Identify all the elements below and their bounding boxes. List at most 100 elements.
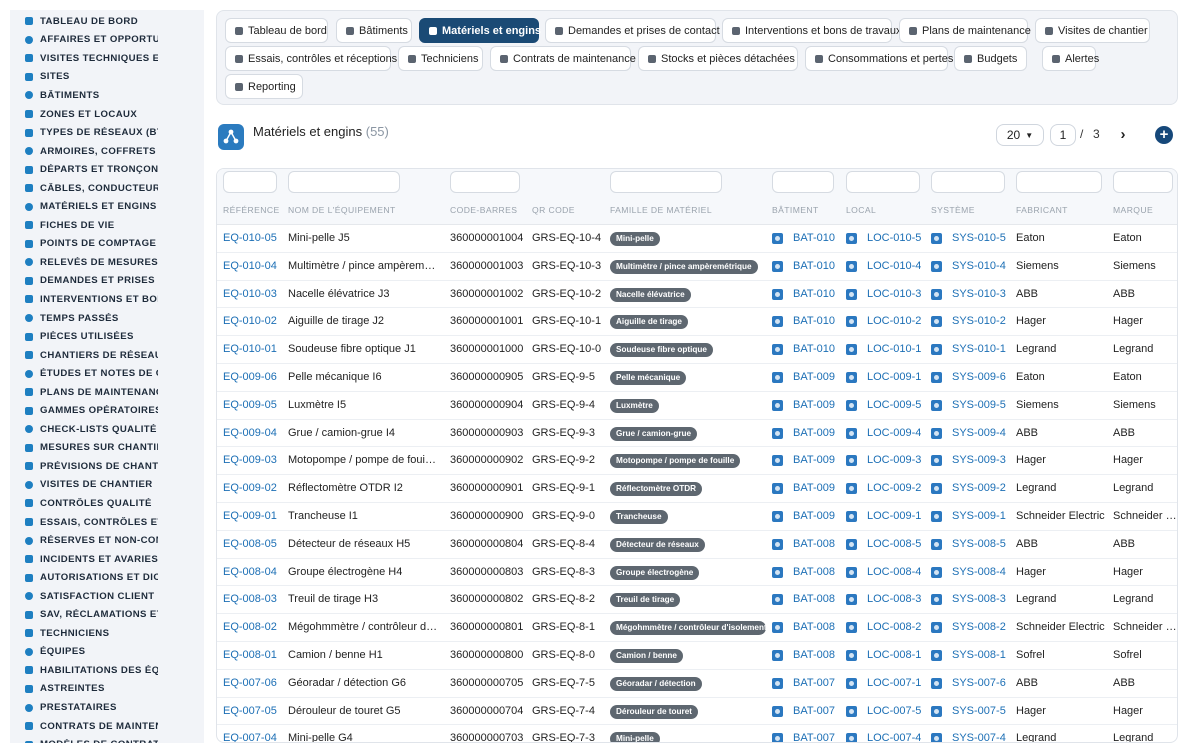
tab[interactable]: Reporting <box>225 74 303 99</box>
system-link[interactable]: SYS-010-3 <box>952 288 1006 300</box>
sidebar-item[interactable]: INTERVENTIONS ET BONS <box>10 290 204 309</box>
sidebar-item[interactable]: MODÈLES DE CONTRATS <box>10 735 204 743</box>
building-link[interactable]: BAT-010 <box>793 315 835 327</box>
building-link[interactable]: BAT-008 <box>793 649 835 661</box>
reference-link[interactable]: EQ-010-03 <box>223 288 277 300</box>
sidebar-item[interactable]: INCIDENTS ET AVARIES <box>10 550 204 569</box>
column-filter-input[interactable] <box>931 171 1005 193</box>
sidebar-item[interactable]: TECHNICIENS <box>10 624 204 643</box>
reference-link[interactable]: EQ-009-05 <box>223 399 277 411</box>
tab[interactable]: Contrats de maintenance <box>490 46 636 71</box>
system-link[interactable]: SYS-009-2 <box>952 482 1006 494</box>
table-row[interactable]: EQ-010-02 Aiguille de tirage J2 3600000010… <box>217 308 1177 337</box>
column-filter-input[interactable] <box>1016 171 1102 193</box>
reference-link[interactable]: EQ-008-04 <box>223 566 277 578</box>
reference-link[interactable]: EQ-010-05 <box>223 232 277 244</box>
column-header[interactable]: QR CODE <box>532 205 575 215</box>
sidebar-item[interactable]: VISITES DE CHANTIER <box>10 476 204 495</box>
tab[interactable]: Matériels et engins <box>419 18 541 43</box>
building-link[interactable]: BAT-008 <box>793 538 835 550</box>
sidebar-item[interactable]: MESURES SUR CHANTIER <box>10 439 204 458</box>
table-row[interactable]: EQ-009-03 Motopompe / pompe de fouille I3… <box>217 447 1177 476</box>
sidebar-item[interactable]: RÉSERVES ET NON-CONF <box>10 531 204 550</box>
current-page-input[interactable]: 1 <box>1050 124 1076 146</box>
reference-link[interactable]: EQ-008-03 <box>223 593 277 605</box>
column-filter-input[interactable] <box>772 171 834 193</box>
system-link[interactable]: SYS-008-3 <box>952 593 1006 605</box>
building-link[interactable]: BAT-008 <box>793 566 835 578</box>
local-link[interactable]: LOC-010-1 <box>867 343 921 355</box>
table-row[interactable]: EQ-010-05 Mini-pelle J5 360000001004 GRS-EQ… <box>217 225 1177 253</box>
sidebar-item[interactable]: RELEVÉS DE MESURES <box>10 253 204 272</box>
local-link[interactable]: LOC-009-2 <box>867 482 921 494</box>
system-link[interactable]: SYS-008-1 <box>952 649 1006 661</box>
sidebar-item[interactable]: SATISFACTION CLIENT <box>10 587 204 606</box>
building-link[interactable]: BAT-010 <box>793 232 835 244</box>
column-header[interactable]: BÂTIMENT <box>772 205 819 215</box>
local-link[interactable]: LOC-008-4 <box>867 566 921 578</box>
column-filter-input[interactable] <box>610 171 722 193</box>
sidebar-item[interactable]: ÉQUIPES <box>10 643 204 662</box>
sidebar-item[interactable]: MATÉRIELS ET ENGINS <box>10 197 204 216</box>
reference-link[interactable]: EQ-009-04 <box>223 427 277 439</box>
tab[interactable]: Tableau de bord <box>225 18 328 43</box>
tab[interactable]: Alertes <box>1042 46 1099 71</box>
sidebar-item[interactable]: CONTRÔLES QUALITÉ <box>10 494 204 513</box>
reference-link[interactable]: EQ-008-05 <box>223 538 277 550</box>
column-filter-input[interactable] <box>288 171 400 193</box>
building-link[interactable]: BAT-007 <box>793 732 835 742</box>
table-row[interactable]: EQ-008-01 Camion / benne H1 360000000800 GR… <box>217 642 1177 670</box>
system-link[interactable]: SYS-010-2 <box>952 315 1006 327</box>
sidebar-item[interactable]: PLANS DE MAINTENANCE <box>10 383 204 402</box>
local-link[interactable]: LOC-007-1 <box>867 677 921 689</box>
building-link[interactable]: BAT-010 <box>793 288 835 300</box>
system-link[interactable]: SYS-009-6 <box>952 371 1006 383</box>
column-filter-input[interactable] <box>1113 171 1173 193</box>
local-link[interactable]: LOC-010-5 <box>867 232 921 244</box>
system-link[interactable]: SYS-009-1 <box>952 510 1006 522</box>
table-row[interactable]: EQ-010-01 Soudeuse fibre optique J1 360000… <box>217 336 1177 364</box>
sidebar-item[interactable]: CHANTIERS DE RÉSEAUX <box>10 346 204 365</box>
column-filter-input[interactable] <box>846 171 920 193</box>
sidebar-item[interactable]: AUTORISATIONS ET DICT <box>10 568 204 587</box>
table-row[interactable]: EQ-008-04 Groupe électrogène H4 3600000008… <box>217 559 1177 587</box>
sidebar-item[interactable]: ZONES ET LOCAUX <box>10 105 204 124</box>
building-link[interactable]: BAT-009 <box>793 510 835 522</box>
chevron-right-icon[interactable]: › <box>1116 124 1130 144</box>
building-link[interactable]: BAT-010 <box>793 343 835 355</box>
plus-circle-icon[interactable]: + <box>1155 126 1173 144</box>
sidebar-item[interactable]: ARMOIRES, COFFRETS ET <box>10 142 204 161</box>
table-row[interactable]: EQ-009-04 Grue / camion-grue I4 3600000009… <box>217 420 1177 448</box>
sidebar-item[interactable]: CÂBLES, CONDUCTEURS <box>10 179 204 198</box>
system-link[interactable]: SYS-010-5 <box>952 232 1006 244</box>
building-link[interactable]: BAT-009 <box>793 454 835 466</box>
building-link[interactable]: BAT-009 <box>793 482 835 494</box>
reference-link[interactable]: EQ-007-04 <box>223 732 277 742</box>
system-link[interactable]: SYS-007-5 <box>952 705 1006 717</box>
system-link[interactable]: SYS-007-6 <box>952 677 1006 689</box>
table-row[interactable]: EQ-007-06 Géoradar / détection G6 36000000… <box>217 670 1177 698</box>
table-row[interactable]: EQ-010-04 Multimètre / pince ampèremétriq… <box>217 253 1177 281</box>
building-link[interactable]: BAT-010 <box>793 260 835 272</box>
building-link[interactable]: BAT-009 <box>793 427 835 439</box>
sidebar-item[interactable]: SITES <box>10 68 204 87</box>
reference-link[interactable]: EQ-009-03 <box>223 454 277 466</box>
building-link[interactable]: BAT-007 <box>793 677 835 689</box>
tab[interactable]: Visites de chantier <box>1035 18 1150 43</box>
tab[interactable]: Stocks et pièces détachées <box>638 46 798 71</box>
tab[interactable]: Interventions et bons de travaux <box>722 18 902 43</box>
tab[interactable]: Bâtiments <box>336 18 412 43</box>
sidebar-item[interactable]: ÉTUDES ET NOTES DE CA <box>10 364 204 383</box>
column-header[interactable]: CODE-BARRES <box>450 205 517 215</box>
column-header[interactable]: MARQUE <box>1113 205 1153 215</box>
sidebar-item[interactable]: SAV, RÉCLAMATIONS ET <box>10 606 204 625</box>
table-row[interactable]: EQ-008-02 Mégohmmètre / contrôleur d'isol… <box>217 614 1177 642</box>
sidebar-item[interactable]: DEMANDES ET PRISES DE <box>10 272 204 291</box>
tab[interactable]: Essais, contrôles et réceptions <box>225 46 397 71</box>
system-link[interactable]: SYS-008-2 <box>952 621 1006 633</box>
local-link[interactable]: LOC-009-1 <box>867 371 921 383</box>
local-link[interactable]: LOC-010-3 <box>867 288 921 300</box>
sidebar-item[interactable]: POINTS DE COMPTAGE ET <box>10 235 204 254</box>
reference-link[interactable]: EQ-010-04 <box>223 260 277 272</box>
column-header[interactable]: FAMILLE DE MATÉRIEL <box>610 205 712 215</box>
